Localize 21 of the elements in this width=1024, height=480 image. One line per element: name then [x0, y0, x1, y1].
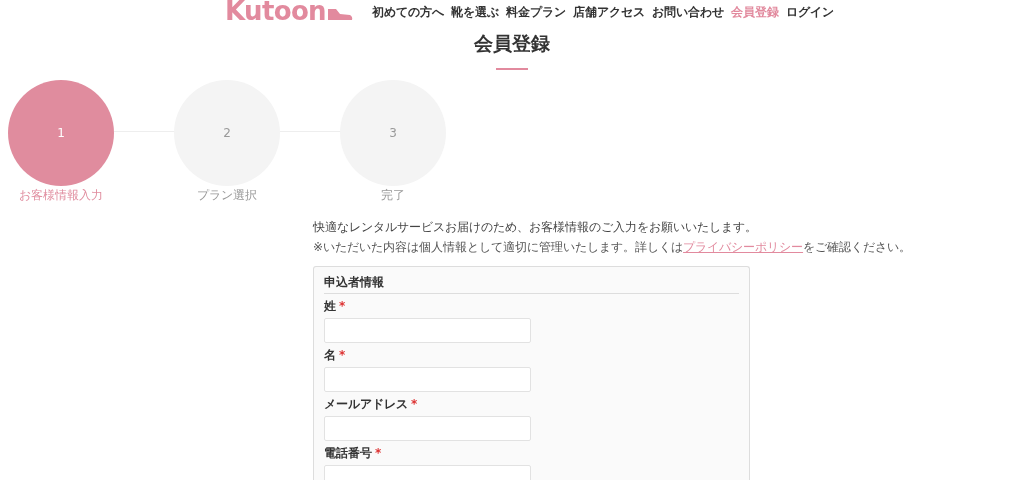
intro-text: 快適なレンタルサービスお届けのため、お客様情報のご入力をお願いいたします。: [313, 218, 758, 236]
required-mark: *: [339, 346, 346, 364]
required-mark: *: [375, 444, 382, 462]
privacy-note: ※いただいた内容は個人情報として適切に管理いたします。詳しくはプライバシーポリシーをご確認ください。: [313, 238, 913, 256]
field-label: 名: [324, 346, 336, 364]
field-label: 電話番号: [324, 444, 372, 462]
step-label: プラン選択: [197, 186, 257, 204]
nav-link[interactable]: 料金プラン: [506, 3, 566, 21]
required-mark: *: [339, 297, 346, 315]
nav-link[interactable]: 初めての方へ: [372, 3, 444, 21]
nav-link[interactable]: 靴を選ぶ: [451, 3, 499, 21]
nav-link[interactable]: お問い合わせ: [652, 3, 724, 21]
form-section-title: 申込者情報: [324, 272, 739, 294]
field-label: 姓: [324, 297, 336, 315]
page-title: 会員登録: [474, 32, 550, 56]
nav-link[interactable]: ログイン: [786, 3, 834, 21]
step-label: 完了: [381, 186, 405, 204]
nav-link[interactable]: 店舗アクセス: [573, 3, 645, 21]
step-label: お客様情報入力: [19, 186, 103, 204]
field-label: メールアドレス: [324, 395, 408, 413]
required-mark: *: [411, 395, 418, 413]
